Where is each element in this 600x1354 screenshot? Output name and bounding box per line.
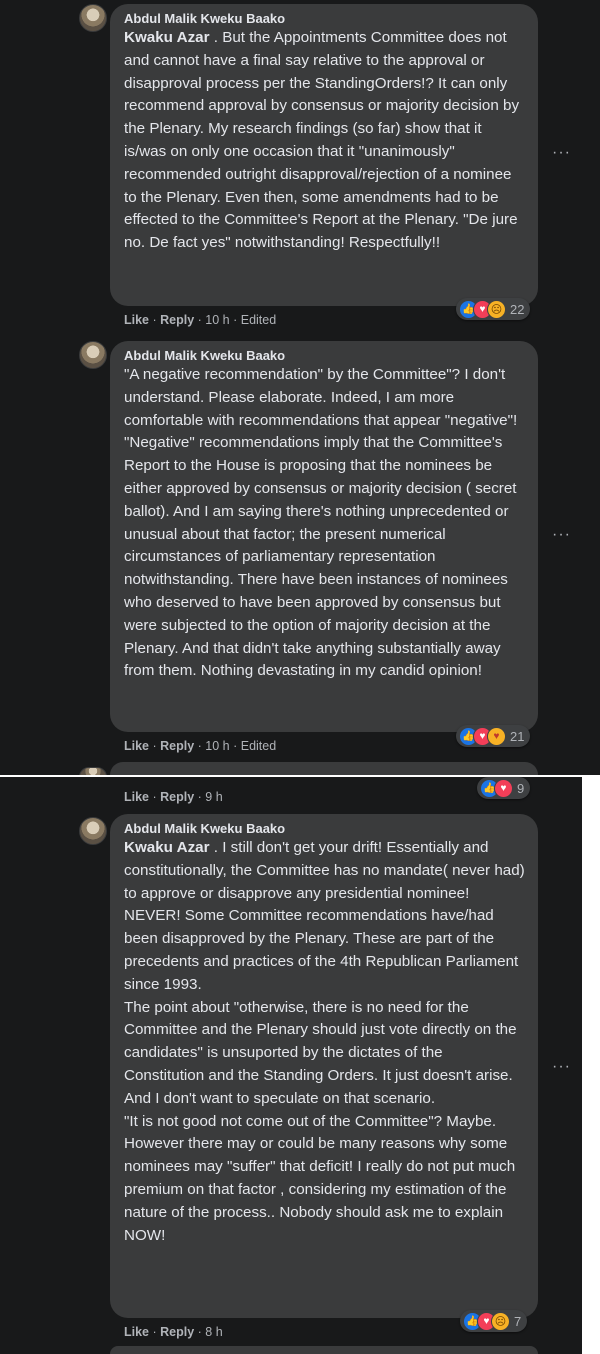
like-button[interactable]: Like (124, 739, 149, 753)
sad-reaction-icon: ☹ (491, 1311, 510, 1331)
more-options-icon[interactable]: ··· (552, 145, 571, 161)
comment-text: "A negative recommendation" by the Commi… (124, 366, 522, 680)
separator: · (194, 790, 206, 804)
love-reaction-icon: ♥ (494, 778, 513, 798)
reaction-count: 22 (510, 301, 525, 317)
separator: · (149, 313, 161, 327)
reply-button[interactable]: Reply (160, 790, 194, 804)
reaction-count: 9 (517, 780, 525, 796)
separator: · (194, 313, 206, 327)
separator: · (149, 1325, 161, 1339)
separator: · (229, 313, 241, 327)
mention-link[interactable]: Kwaku Azar (124, 839, 210, 856)
comment-time[interactable]: 10 h (205, 313, 229, 327)
comment-time[interactable]: 10 h (205, 739, 229, 753)
comment-actions: Like · Reply · 8 h (124, 1324, 223, 1340)
reaction-summary[interactable]: 👍 ♥ 9 (477, 777, 531, 799)
comment-bubble: Abdul Malik Kweku Baako Kwaku Azar . I s… (110, 814, 538, 1318)
screenshot-margin (582, 777, 600, 1354)
like-button[interactable]: Like (124, 1325, 149, 1339)
comment-text: Kwaku Azar . But the Appointments Commit… (124, 27, 526, 255)
like-button[interactable]: Like (124, 790, 149, 804)
avatar[interactable] (79, 4, 107, 32)
edited-label: Edited (240, 313, 277, 327)
separator: · (149, 739, 161, 753)
comment-actions: Like · Reply · 10 h · Edited (124, 738, 276, 754)
like-button[interactable]: Like (124, 313, 149, 327)
sad-reaction-icon: ☹ (487, 299, 506, 319)
mention-link[interactable]: Kwaku Azar (124, 29, 210, 46)
comment-body: . But the Appointments Committee does no… (124, 29, 524, 252)
comment-bubble: Abdul Malik Kweku Baako Kwaku Azar . But… (110, 4, 538, 306)
care-reaction-icon: ♥ (487, 726, 506, 746)
comment-actions: Like · Reply · 9 h (124, 789, 223, 805)
comment-time[interactable]: 8 h (205, 1325, 222, 1339)
reaction-summary[interactable]: 👍 ♥ ☹ 7 (460, 1310, 528, 1332)
more-options-icon[interactable]: ··· (552, 527, 571, 543)
comment-time[interactable]: 9 h (205, 790, 222, 804)
comment-text: Kwaku Azar . I still don't get your drif… (124, 837, 526, 1247)
comment-author[interactable]: Abdul Malik Kweku Baako (124, 347, 526, 364)
comment-bubble-partial (110, 1346, 538, 1354)
comment-bubble: Abdul Malik Kweku Baako "A negative reco… (110, 341, 538, 732)
separator: · (149, 790, 161, 804)
reaction-count: 7 (514, 1313, 522, 1329)
reply-button[interactable]: Reply (160, 739, 194, 753)
separator: · (229, 739, 241, 753)
separator: · (194, 739, 206, 753)
reply-button[interactable]: Reply (160, 313, 194, 327)
reaction-summary[interactable]: 👍 ♥ ☹ 22 (456, 298, 531, 320)
more-options-icon[interactable]: ··· (552, 1059, 571, 1075)
comment-actions: Like · Reply · 10 h · Edited (124, 312, 276, 328)
avatar[interactable] (79, 341, 107, 369)
reaction-summary[interactable]: 👍 ♥ ♥ 21 (456, 725, 531, 747)
comment-bubble-partial (110, 762, 538, 775)
reply-button[interactable]: Reply (160, 1325, 194, 1339)
separator: · (194, 1325, 206, 1339)
comment-body: . I still don't get your drift! Essentia… (124, 839, 525, 1244)
comment-author[interactable]: Abdul Malik Kweku Baako (124, 820, 526, 837)
reaction-count: 21 (510, 728, 525, 744)
edited-label: Edited (240, 739, 277, 753)
comment-author[interactable]: Abdul Malik Kweku Baako (124, 10, 526, 27)
avatar[interactable] (79, 817, 107, 845)
